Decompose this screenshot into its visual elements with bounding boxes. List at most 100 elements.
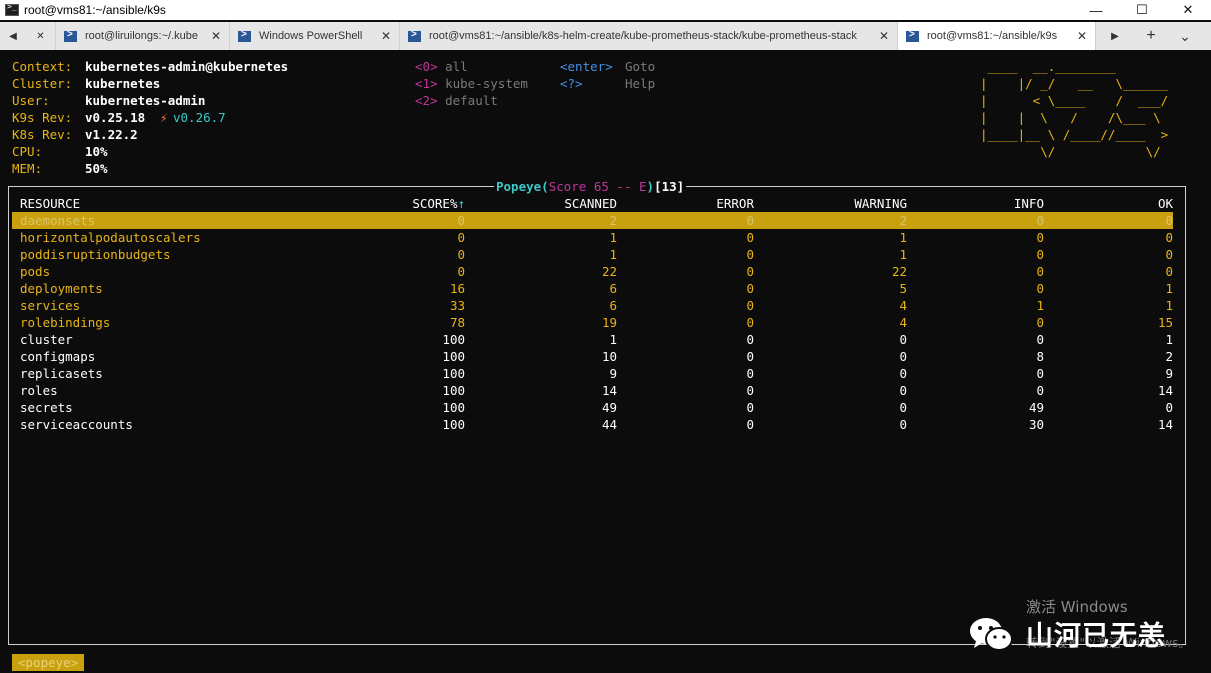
ns-shortcut-kube-system[interactable]: <1> kube-system — [415, 75, 528, 92]
cell-info: 0 — [1036, 315, 1044, 330]
terminal-icon — [5, 2, 19, 16]
maximize-button[interactable]: ☐ — [1119, 0, 1165, 20]
ns-shortcut-all[interactable]: <0> all — [415, 58, 468, 75]
action-shortcut-goto[interactable]: <enter> Goto — [560, 58, 655, 75]
terminal[interactable]: Context: kubernetes-admin@kubernetes Clus… — [0, 50, 1211, 673]
powershell-icon — [906, 29, 919, 42]
cell-ok: 0 — [1165, 400, 1173, 415]
cell-error: 0 — [746, 247, 754, 262]
new-tab-button[interactable]: + — [1134, 22, 1168, 50]
table-row[interactable]: replicasets 100 9 0 0 0 9 — [12, 365, 1173, 382]
k9s-rev-row: K9s Rev: v0.25.18 ⚡ v0.26.7 — [12, 109, 226, 126]
user-label: User: — [12, 93, 50, 108]
header-warning[interactable]: WARNING — [854, 195, 907, 212]
table-row[interactable]: deployments 16 6 0 5 0 1 — [12, 280, 1173, 297]
tab-k9s-active[interactable]: root@vms81:~/ansible/k9s ✕ — [898, 22, 1096, 50]
cell-info: 0 — [1036, 366, 1044, 381]
cell-resource: roles — [20, 383, 58, 398]
cell-info: 30 — [1028, 417, 1044, 432]
close-window-button[interactable]: ✕ — [1165, 0, 1211, 20]
minimize-button[interactable]: — — [1073, 0, 1119, 20]
table-row[interactable]: roles 100 14 0 0 0 14 — [12, 382, 1173, 399]
header-resource[interactable]: RESOURCE — [20, 195, 80, 212]
header-error[interactable]: ERROR — [716, 195, 754, 212]
k9s-rev-label: K9s Rev: — [12, 110, 73, 125]
title-name: Popeye — [496, 179, 542, 194]
cell-ok: 9 — [1165, 366, 1173, 381]
tab-label: root@vms81:~/ansible/k9s — [927, 30, 1058, 42]
cpu-label: CPU: — [12, 144, 43, 159]
tab-liruilongs[interactable]: root@liruilongs:~/.kube ✕ — [56, 22, 230, 50]
table-row[interactable]: services 33 6 0 4 1 1 — [12, 297, 1173, 314]
cell-score: 0 — [457, 213, 465, 228]
table-row[interactable]: daemonsets 0 2 0 2 0 0 — [12, 212, 1173, 229]
cell-error: 0 — [746, 349, 754, 364]
cell-ok: 1 — [1165, 332, 1173, 347]
cell-info: 0 — [1036, 281, 1044, 296]
view-crumb: <popeye> — [12, 654, 85, 671]
tab-scroll-left-icon[interactable]: ◀ — [0, 22, 26, 50]
table-header: RESOURCE SCORE%↑ SCANNED ERROR WARNING I… — [12, 195, 1173, 212]
tab-close-icon[interactable]: ✕ — [381, 29, 391, 43]
cell-scanned: 1 — [609, 332, 617, 347]
wechat-watermark: 山河已无恙 — [968, 606, 1208, 666]
shortcut-key: <1> — [415, 76, 438, 91]
cell-resource: services — [20, 298, 81, 313]
header-ok[interactable]: OK — [1158, 195, 1173, 212]
shortcut-key: <0> — [415, 59, 438, 74]
logo-line: ____ __.________ — [980, 59, 1169, 74]
cell-resource: deployments — [20, 281, 103, 296]
update-bolt-icon: ⚡ — [160, 110, 168, 125]
cell-scanned: 1 — [609, 230, 617, 245]
tab-windows-powershell[interactable]: Windows PowerShell ✕ — [230, 22, 400, 50]
table-row[interactable]: secrets 100 49 0 0 49 0 — [12, 399, 1173, 416]
cell-warning: 4 — [899, 315, 907, 330]
table-row[interactable]: configmaps 100 10 0 0 8 2 — [12, 348, 1173, 365]
k8s-rev-row: K8s Rev: v1.22.2 — [12, 126, 138, 143]
cell-scanned: 49 — [601, 400, 617, 415]
tab-close-icon[interactable]: ✕ — [1077, 29, 1087, 43]
cell-error: 0 — [746, 315, 754, 330]
cell-ok: 1 — [1165, 298, 1173, 313]
cell-ok: 1 — [1165, 281, 1173, 296]
cell-scanned: 6 — [609, 281, 617, 296]
table-row[interactable]: cluster 100 1 0 0 0 1 — [12, 331, 1173, 348]
cell-resource: rolebindings — [20, 315, 111, 330]
tab-close-icon[interactable]: ✕ — [211, 29, 221, 43]
cell-resource: cluster — [20, 332, 73, 347]
logo-line: \/ \/ — [980, 144, 1169, 159]
cell-resource: pods — [20, 264, 51, 279]
cell-warning: 1 — [899, 247, 907, 262]
tab-kube-prometheus-stack[interactable]: root@vms81:~/ansible/k8s-helm-create/kub… — [400, 22, 898, 50]
cell-warning: 0 — [899, 400, 907, 415]
powershell-icon — [238, 29, 251, 42]
table-row[interactable]: rolebindings 78 19 0 4 0 15 — [12, 314, 1173, 331]
cell-info: 1 — [1036, 298, 1044, 313]
k9s-rev-value: v0.25.18 — [85, 110, 146, 125]
cell-score: 0 — [457, 230, 465, 245]
cluster-label: Cluster: — [12, 76, 73, 91]
table-row[interactable]: pods 0 22 0 22 0 0 — [12, 263, 1173, 280]
cell-scanned: 9 — [609, 366, 617, 381]
cell-info: 0 — [1036, 332, 1044, 347]
tab-close-icon[interactable]: ✕ — [879, 29, 889, 43]
header-info[interactable]: INFO — [1014, 195, 1044, 212]
cell-resource: secrets — [20, 400, 73, 415]
table-row[interactable]: serviceaccounts 100 44 0 0 30 14 — [12, 416, 1173, 433]
powershell-icon — [408, 29, 421, 42]
action-shortcut-help[interactable]: <?> Help — [560, 75, 655, 92]
tab-close-icon[interactable]: ✕ — [26, 22, 56, 50]
cell-error: 0 — [746, 213, 754, 228]
shortcut-label: kube-system — [445, 76, 528, 91]
tab-scroll-right-icon[interactable]: ▶ — [1096, 22, 1134, 50]
table-row[interactable]: poddisruptionbudgets 0 1 0 1 0 0 — [12, 246, 1173, 263]
header-score[interactable]: SCORE%↑ — [412, 195, 465, 212]
cell-info: 0 — [1036, 264, 1044, 279]
table-row[interactable]: horizontalpodautoscalers 0 1 0 1 0 0 — [12, 229, 1173, 246]
cell-error: 0 — [746, 298, 754, 313]
tab-dropdown-icon[interactable]: ⌄ — [1168, 22, 1202, 50]
k8s-rev-value: v1.22.2 — [85, 127, 138, 142]
cell-info: 8 — [1036, 349, 1044, 364]
ns-shortcut-default[interactable]: <2> default — [415, 92, 498, 109]
header-scanned[interactable]: SCANNED — [564, 195, 617, 212]
